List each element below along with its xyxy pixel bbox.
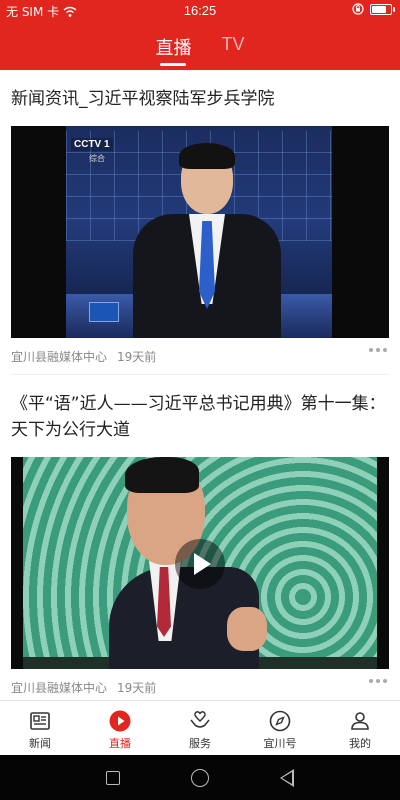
status-right: [352, 3, 395, 15]
system-navigation-bar: [0, 755, 400, 800]
speaker-hair: [125, 457, 199, 493]
play-circle-icon: [109, 710, 131, 732]
nav-item-live[interactable]: 直播: [80, 701, 160, 755]
nav-label: 我的: [349, 737, 371, 750]
battery-level: [372, 5, 387, 13]
card-meta: 宜川县融媒体中心 19天前: [11, 338, 389, 374]
anchor-hair: [179, 143, 235, 169]
nav-label: 直播: [109, 737, 131, 750]
nav-item-news[interactable]: 新闻: [0, 701, 80, 755]
home-circle-icon[interactable]: [190, 768, 209, 787]
feed-card[interactable]: 新闻资讯_习近平视察陆军步兵学院 CCTV 1 综合 宜川县融媒体中心 19天前: [0, 70, 400, 374]
nav-item-yichuan[interactable]: 宜川号: [240, 701, 320, 755]
compass-icon: [269, 710, 291, 732]
top-header: 无 SIM 卡 16:25 直播 TV: [0, 0, 400, 70]
play-icon[interactable]: [175, 539, 225, 589]
card-time: 19天前: [117, 680, 157, 695]
status-time: 16:25: [183, 3, 217, 18]
tab-tv[interactable]: TV: [217, 30, 248, 70]
card-title[interactable]: 新闻资讯_习近平视察陆军步兵学院: [11, 70, 389, 126]
channel-logo: CCTV 1: [71, 138, 113, 151]
video-feed[interactable]: 新闻资讯_习近平视察陆军步兵学院 CCTV 1 综合 宜川县融媒体中心 19天前…: [0, 70, 400, 700]
battery-icon: [370, 3, 395, 15]
user-icon: [351, 712, 369, 730]
video-thumbnail[interactable]: CCTV 1 综合: [11, 126, 389, 338]
nav-item-services[interactable]: 服务: [160, 701, 240, 755]
tab-live[interactable]: 直播: [151, 30, 195, 70]
recents-square-icon[interactable]: [105, 770, 120, 785]
nav-label: 服务: [189, 737, 211, 750]
card-source: 宜川县融媒体中心: [11, 349, 108, 364]
card-time: 19天前: [117, 349, 157, 364]
bottom-navigation: 新闻 直播 服务 宜川号 我的: [0, 700, 400, 755]
status-bar: 无 SIM 卡 16:25: [0, 0, 400, 22]
card-source: 宜川县融媒体中心: [11, 680, 108, 695]
video-thumbnail[interactable]: [11, 457, 389, 669]
rotation-lock-icon: [352, 3, 364, 15]
speaker-hand: [227, 607, 267, 651]
heart-hands-icon: [190, 711, 210, 728]
card-title[interactable]: 《平“语”近人——习近平总书记用典》第十一集：天下为公行大道: [11, 375, 389, 457]
more-options-icon[interactable]: [369, 348, 387, 352]
nav-label: 宜川号: [263, 737, 297, 750]
news-program-logo: [89, 302, 119, 322]
card-meta: 宜川县融媒体中心 19天前: [11, 669, 389, 700]
feed-card[interactable]: 《平“语”近人——习近平总书记用典》第十一集：天下为公行大道 宜川县融媒体中心 …: [0, 375, 400, 700]
more-options-icon[interactable]: [369, 679, 387, 683]
channel-sub-label: 综合: [89, 154, 105, 163]
nav-item-mine[interactable]: 我的: [320, 701, 400, 755]
header-tabs: 直播 TV: [0, 30, 400, 70]
nav-label: 新闻: [29, 737, 51, 750]
back-triangle-icon[interactable]: [280, 768, 295, 787]
newspaper-icon: [30, 712, 50, 730]
